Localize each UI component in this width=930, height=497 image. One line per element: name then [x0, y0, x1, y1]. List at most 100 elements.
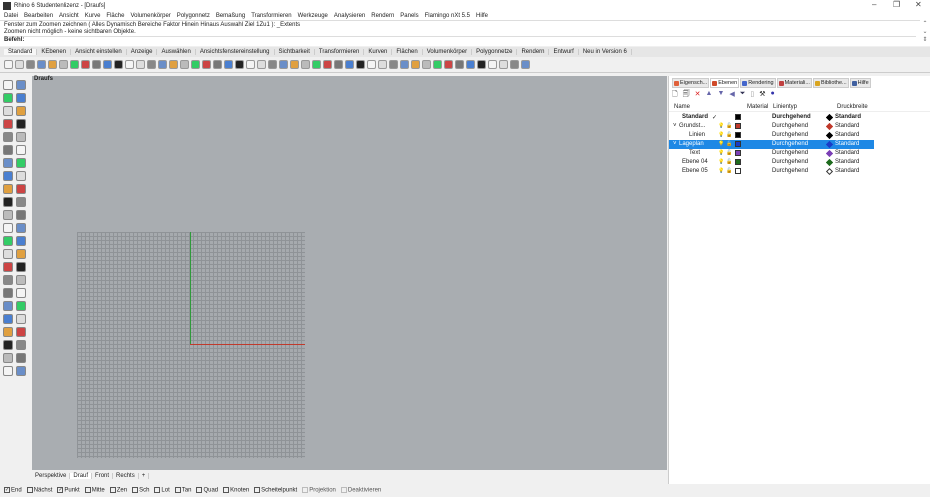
lock-icon[interactable]: 🔓 [726, 123, 732, 129]
toolbar-tab[interactable]: Flächen [392, 49, 423, 55]
layer-color-swatch[interactable] [735, 123, 741, 129]
checkbox[interactable] [340, 486, 347, 493]
toolbar-button-icon[interactable] [323, 60, 332, 69]
layer-color-swatch[interactable] [735, 150, 741, 156]
osnap-projektion[interactable]: Projektion [302, 486, 336, 493]
toolbar-tab[interactable]: Entwurf [549, 49, 579, 55]
toolbar-tab[interactable]: Anzeige [127, 49, 158, 55]
toolbar-button-icon[interactable] [136, 60, 145, 69]
tool-button-icon[interactable] [16, 145, 26, 155]
tool-button-icon[interactable] [3, 340, 13, 350]
layer-printwidth[interactable]: Standard [835, 168, 859, 174]
layer-row[interactable]: Ebene 05 💡 🔓 Durchgehend Standard [669, 167, 874, 176]
help-icon[interactable]: ● [771, 90, 775, 101]
panel-tab[interactable]: Bibliothe... [812, 78, 849, 88]
osnap-nächst[interactable]: Nächst [26, 486, 52, 493]
tool-button-icon[interactable] [3, 184, 13, 194]
layer-color-swatch[interactable] [735, 141, 741, 147]
toolbar-button-icon[interactable] [422, 60, 431, 69]
tool-button-icon[interactable] [3, 197, 13, 207]
menu-item[interactable]: Bemaßung [216, 13, 245, 19]
tool-button-icon[interactable] [3, 249, 13, 259]
tool-button-icon[interactable] [16, 171, 26, 181]
toolbar-button-icon[interactable] [433, 60, 442, 69]
move-left-icon[interactable]: ◀ [729, 90, 734, 101]
layer-row[interactable]: Standard ✓ Durchgehend Standard [669, 113, 874, 122]
layer-name[interactable]: Lageplan [679, 141, 704, 147]
tool-button-icon[interactable] [16, 327, 26, 337]
tab-front[interactable]: Front [92, 473, 114, 479]
delete-icon[interactable]: ✕ [695, 90, 701, 101]
menu-item[interactable]: Panels [400, 13, 418, 19]
menu-item[interactable]: Ansicht [59, 13, 79, 19]
tool-button-icon[interactable] [3, 106, 13, 116]
toolbar-button-icon[interactable] [191, 60, 200, 69]
toolbar-button-icon[interactable] [477, 60, 486, 69]
filter-icon[interactable]: ⏷ [740, 90, 746, 101]
layer-name[interactable]: Standard [682, 114, 708, 120]
checkbox[interactable] [154, 486, 161, 493]
new-layer-icon[interactable]: 🗋 [672, 90, 678, 101]
osnap-scheitelpunkt[interactable]: Scheitelpunkt [254, 486, 297, 493]
tool-button-icon[interactable] [16, 119, 26, 129]
checkbox[interactable]: ✓ [4, 486, 10, 493]
toolbar-tab[interactable]: Sichtbarkeit [275, 49, 315, 55]
command-scrollbar[interactable]: ⌃ ⌄ ⇕ [920, 20, 930, 46]
toolbar-button-icon[interactable] [268, 60, 277, 69]
menu-item[interactable]: Datei [4, 13, 18, 19]
tool-button-icon[interactable] [3, 223, 13, 233]
osnap-punkt[interactable]: ✓ Punkt [57, 486, 80, 493]
toolbar-button-icon[interactable] [224, 60, 233, 69]
tool-button-icon[interactable] [16, 93, 26, 103]
toolbar-button-icon[interactable] [37, 60, 46, 69]
tool-button-icon[interactable] [16, 275, 26, 285]
new-sublayer-icon[interactable]: 🗐 [683, 90, 690, 101]
tool-button-icon[interactable] [3, 327, 13, 337]
toolbar-button-icon[interactable] [235, 60, 244, 69]
layer-printwidth[interactable]: Standard [835, 114, 861, 120]
menu-item[interactable]: Bearbeiten [24, 13, 53, 19]
toolbar-tab[interactable]: Neu in Version 6 [579, 49, 632, 55]
menu-item[interactable]: Werkzeuge [298, 13, 328, 19]
tool-button-icon[interactable] [16, 236, 26, 246]
tab-perspektive[interactable]: Perspektive [32, 473, 71, 479]
checkbox[interactable] [174, 486, 181, 493]
panel-tab[interactable]: Eigensch... [672, 78, 710, 88]
visibility-bulb-icon[interactable]: 💡 [718, 159, 724, 165]
toolbar-button-icon[interactable] [169, 60, 178, 69]
menu-item[interactable]: Fläche [106, 13, 124, 19]
col-printwidth[interactable]: Druckbreite [837, 104, 868, 110]
layer-name[interactable]: Linien [689, 132, 705, 138]
layer-printwidth[interactable]: Standard [835, 159, 859, 165]
tool-button-icon[interactable] [3, 93, 13, 103]
layer-printwidth[interactable]: Standard [835, 123, 859, 129]
clipboard-icon[interactable]: ▯ [750, 90, 754, 101]
col-name[interactable]: Name [674, 104, 690, 110]
menu-item[interactable]: Flamingo nXt 5.5 [425, 13, 470, 19]
tool-button-icon[interactable] [3, 119, 13, 129]
tool-button-icon[interactable] [3, 275, 13, 285]
toolbar-button-icon[interactable] [125, 60, 134, 69]
tool-button-icon[interactable] [3, 80, 13, 90]
layer-linetype[interactable]: Durchgehend [772, 114, 811, 120]
tool-button-icon[interactable] [3, 210, 13, 220]
toolbar-button-icon[interactable] [15, 60, 24, 69]
toolbar-button-icon[interactable] [444, 60, 453, 69]
tool-button-icon[interactable] [16, 223, 26, 233]
layer-color-swatch[interactable] [735, 159, 741, 165]
layer-color-swatch[interactable] [735, 114, 741, 120]
checkbox[interactable] [223, 486, 230, 493]
tool-button-icon[interactable] [16, 314, 26, 324]
menu-item[interactable]: Rendern [371, 13, 394, 19]
layer-row[interactable]: Linien 💡 🔓 Durchgehend Standard [669, 131, 874, 140]
toolbar-button-icon[interactable] [158, 60, 167, 69]
move-up-icon[interactable]: ▲ [706, 90, 713, 101]
layer-name[interactable]: Text [689, 150, 700, 156]
layer-printwidth[interactable]: Standard [835, 132, 859, 138]
checkbox[interactable] [254, 486, 261, 493]
toolbar-button-icon[interactable] [334, 60, 343, 69]
lock-icon[interactable]: 🔓 [726, 141, 732, 147]
toolbar-button-icon[interactable] [59, 60, 68, 69]
expand-chevron-icon[interactable]: ˅ [673, 141, 677, 147]
visibility-bulb-icon[interactable]: 💡 [718, 150, 724, 156]
